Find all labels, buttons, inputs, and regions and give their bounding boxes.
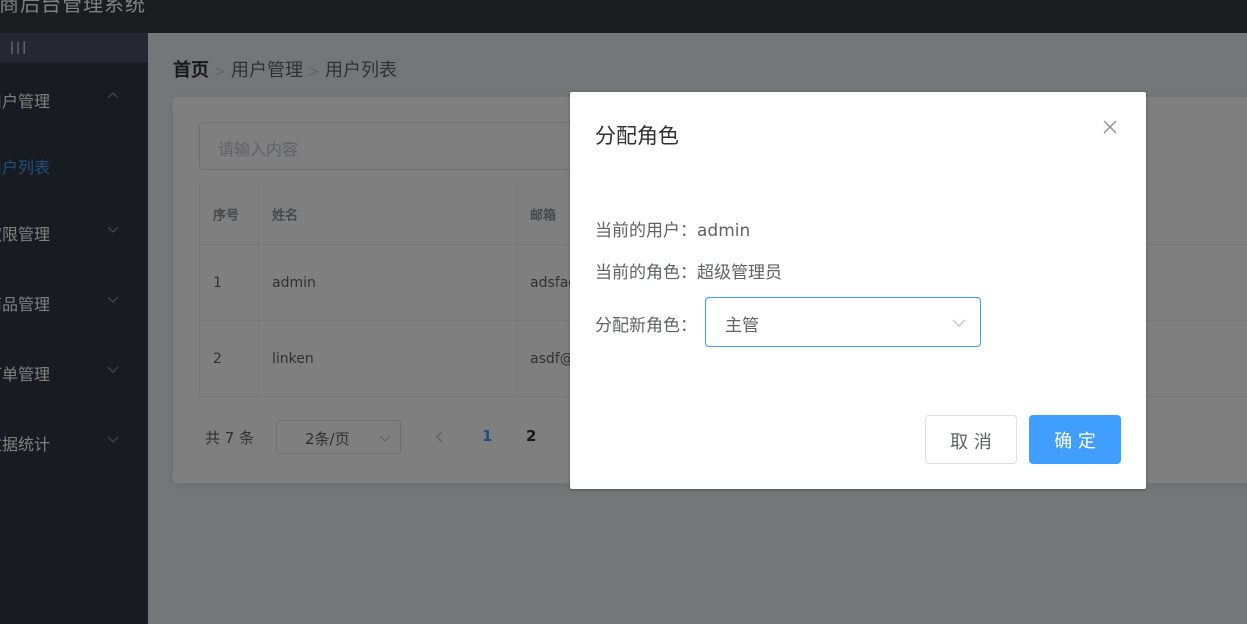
role-select[interactable]: 主管 xyxy=(705,297,981,347)
current-user-text: 当前的用户：admin xyxy=(595,221,751,241)
confirm-button[interactable]: 确 定 xyxy=(1029,415,1121,464)
dialog-title: 分配角色 xyxy=(595,124,679,148)
current-role-text: 当前的角色：超级管理员 xyxy=(595,263,782,283)
cancel-button[interactable]: 取 消 xyxy=(925,415,1017,464)
cancel-button-label: 取 消 xyxy=(950,432,992,453)
confirm-button-label: 确 定 xyxy=(1054,431,1096,452)
assign-role-dialog: 分配角色 当前的用户：admin 当前的角色：超级管理员 分配新角色： 主管 取… xyxy=(570,92,1146,489)
role-select-value: 主管 xyxy=(725,316,759,336)
chevron-down-icon xyxy=(952,319,966,327)
new-role-label: 分配新角色： xyxy=(595,316,697,336)
close-icon[interactable] xyxy=(1101,118,1119,136)
